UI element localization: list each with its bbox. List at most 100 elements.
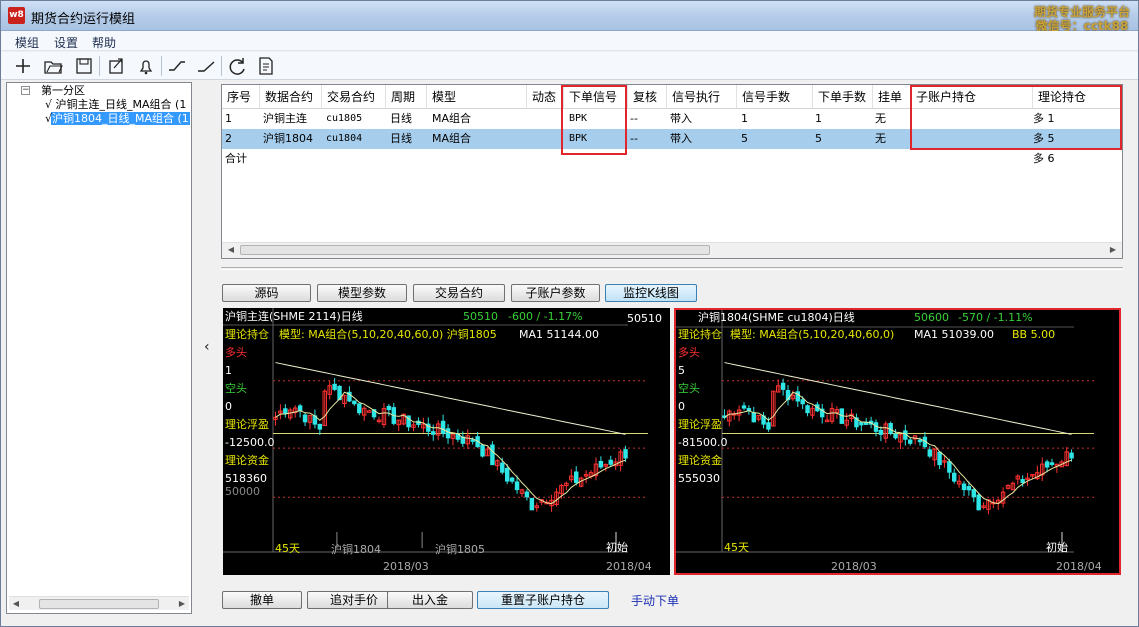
new-icon[interactable]: [12, 55, 34, 77]
scroll-left-icon[interactable]: ◀: [224, 243, 238, 257]
tab-trade-contract[interactable]: 交易合约: [413, 284, 505, 302]
cell-dynamic: [528, 109, 531, 129]
chart-model-line: 模型: MA组合(5,10,20,40,60,0) 沪铜1805: [279, 328, 497, 341]
kline-plot[interactable]: [223, 308, 670, 575]
chart-price-right: 50510: [627, 312, 662, 325]
line-slope-icon[interactable]: [195, 55, 217, 77]
chart-ma-value: MA1 51039.00: [914, 328, 994, 341]
candle-body: [608, 459, 613, 465]
splitter[interactable]: [221, 267, 1123, 270]
col-header-theory-position[interactable]: 理论持仓: [1033, 85, 1122, 109]
scroll-right-icon[interactable]: ▶: [1106, 243, 1120, 257]
col-header-index[interactable]: 序号: [222, 85, 260, 109]
chart-change: -600 / -1.17%: [508, 310, 583, 323]
table-row-selected[interactable]: 2 沪铜1804 cu1804 日线 MA组合 BPK -- 带入 5 5 无 …: [222, 129, 1122, 149]
col-header-trade-contract[interactable]: 交易合约: [322, 85, 386, 109]
tree-horizontal-scrollbar[interactable]: ◀ ▶: [9, 596, 189, 610]
candle-body: [927, 449, 932, 457]
cell-pending: 无: [875, 112, 886, 125]
value-short: 0: [225, 400, 232, 413]
candle-body: [1069, 452, 1074, 459]
reset-sub-position-button[interactable]: 重置子账户持仓: [477, 591, 609, 609]
scroll-thumb[interactable]: [39, 599, 159, 609]
label-theory-position: 理论持仓: [678, 328, 722, 341]
tree-group[interactable]: − 第一分区: [7, 83, 187, 98]
scroll-thumb[interactable]: [240, 245, 710, 255]
value-long: 5: [678, 364, 685, 377]
col-header-order-lots[interactable]: 下单手数: [813, 85, 873, 109]
label-long: 多头: [225, 346, 247, 359]
tab-sub-account-params[interactable]: 子账户参数: [511, 284, 600, 302]
signal-grid[interactable]: 序号 数据合约 交易合约 周期 模型 动态 下单信号 复核 信号执行 信号手数 …: [221, 84, 1123, 259]
scroll-left-icon[interactable]: ◀: [9, 597, 23, 611]
cell-trade-contract: cu1804: [326, 133, 363, 144]
col-header-sub-position[interactable]: 子账户持仓: [911, 85, 1033, 109]
cell-index: 1: [225, 112, 232, 125]
table-total-row: 合计 多 6: [222, 149, 1122, 169]
bell-icon[interactable]: [135, 55, 157, 77]
tree-item-cu1804[interactable]: √ 沪铜1804_日线_MA组合 (1: [45, 111, 190, 126]
col-header-pending[interactable]: 挂单: [873, 85, 911, 109]
tree-item-label-selected: 沪铜1804_日线_MA组合 (1: [51, 112, 190, 125]
candle-body: [529, 497, 535, 511]
cell-signal-lots: 1: [741, 112, 748, 125]
label-theory-position: 理论持仓: [225, 328, 269, 341]
candle-body: [1049, 462, 1055, 465]
report-icon[interactable]: [255, 55, 277, 77]
line-up-icon[interactable]: [166, 55, 188, 77]
kline-plot[interactable]: [676, 310, 1119, 573]
candle-body: [524, 491, 530, 498]
tab-model-params[interactable]: 模型参数: [317, 284, 407, 302]
grid-horizontal-scrollbar[interactable]: ◀ ▶: [222, 242, 1122, 258]
title-bar[interactable]: w8 期货合约运行模组 期货专业服务平台 微信号：cctk88: [1, 1, 1138, 33]
candle-body: [878, 429, 884, 435]
candle-body: [317, 423, 323, 430]
scroll-right-icon[interactable]: ▶: [175, 597, 189, 611]
kline-chart-cu1804[interactable]: 沪铜1804(SHME cu1804)日线 50600 -570 / -1.11…: [674, 308, 1121, 575]
strategy-tree[interactable]: − 第一分区 √ 沪铜主连_日线_MA组合 (1 √ 沪铜1804_日线_MA组…: [6, 82, 192, 614]
save-icon[interactable]: [73, 55, 95, 77]
tab-source-code[interactable]: 源码: [222, 284, 311, 302]
col-header-model[interactable]: 模型: [427, 85, 527, 109]
table-row[interactable]: 1 沪铜主连 cu1805 日线 MA组合 BPK -- 带入 1 1 无 多 …: [222, 109, 1122, 129]
export-icon[interactable]: [105, 55, 127, 77]
kline-chart-main-contract[interactable]: 沪铜主连(SHME 2114)日线 50510 -600 / -1.17% 50…: [223, 308, 670, 575]
col-header-order-signal[interactable]: 下单信号: [564, 85, 628, 109]
fund-transfer-button[interactable]: 出入金: [387, 591, 473, 609]
candle-body: [893, 433, 898, 439]
x-axis-date-left: 2018/03: [831, 560, 877, 573]
collapse-panel-icon[interactable]: ‹: [204, 339, 210, 355]
col-header-period[interactable]: 周期: [386, 85, 427, 109]
toolbar-separator: [161, 56, 162, 76]
tab-kline-monitor[interactable]: 监控K线图: [605, 284, 697, 302]
candle-body: [976, 494, 981, 511]
candle-body: [357, 403, 362, 414]
candle-body: [937, 451, 942, 466]
chart-change: -570 / -1.11%: [958, 311, 1033, 324]
label-theory-pnl: 理论浮盈: [678, 418, 722, 431]
col-header-signal-exec[interactable]: 信号执行: [667, 85, 737, 109]
candle-body: [509, 477, 515, 482]
tree-item-main-contract[interactable]: √ 沪铜主连_日线_MA组合 (1: [45, 97, 186, 112]
cancel-order-button[interactable]: 撤单: [222, 591, 302, 609]
menu-module[interactable]: 模组: [15, 34, 39, 51]
manual-order-link[interactable]: 手动下单: [631, 592, 679, 609]
cell-order-lots: 5: [815, 132, 822, 145]
value-theory-fund: 518360: [225, 472, 267, 485]
col-header-signal-lots[interactable]: 信号手数: [737, 85, 813, 109]
cell-trade-contract: cu1805: [326, 113, 363, 124]
candle-body: [947, 461, 952, 473]
candle-body: [445, 428, 451, 439]
menu-help[interactable]: 帮助: [92, 34, 116, 51]
col-header-review[interactable]: 复核: [628, 85, 667, 109]
open-folder-icon[interactable]: [42, 55, 64, 77]
candle-body: [780, 382, 786, 390]
candle-body: [888, 423, 893, 434]
refresh-icon[interactable]: [226, 55, 248, 77]
col-header-dynamic[interactable]: 动态: [527, 85, 564, 109]
col-header-data-contract[interactable]: 数据合约: [260, 85, 322, 109]
candle-body: [504, 467, 510, 482]
collapse-toggle-icon[interactable]: −: [21, 86, 30, 95]
contract-mark: 沪铜1805: [435, 543, 485, 556]
menu-settings[interactable]: 设置: [54, 34, 78, 51]
